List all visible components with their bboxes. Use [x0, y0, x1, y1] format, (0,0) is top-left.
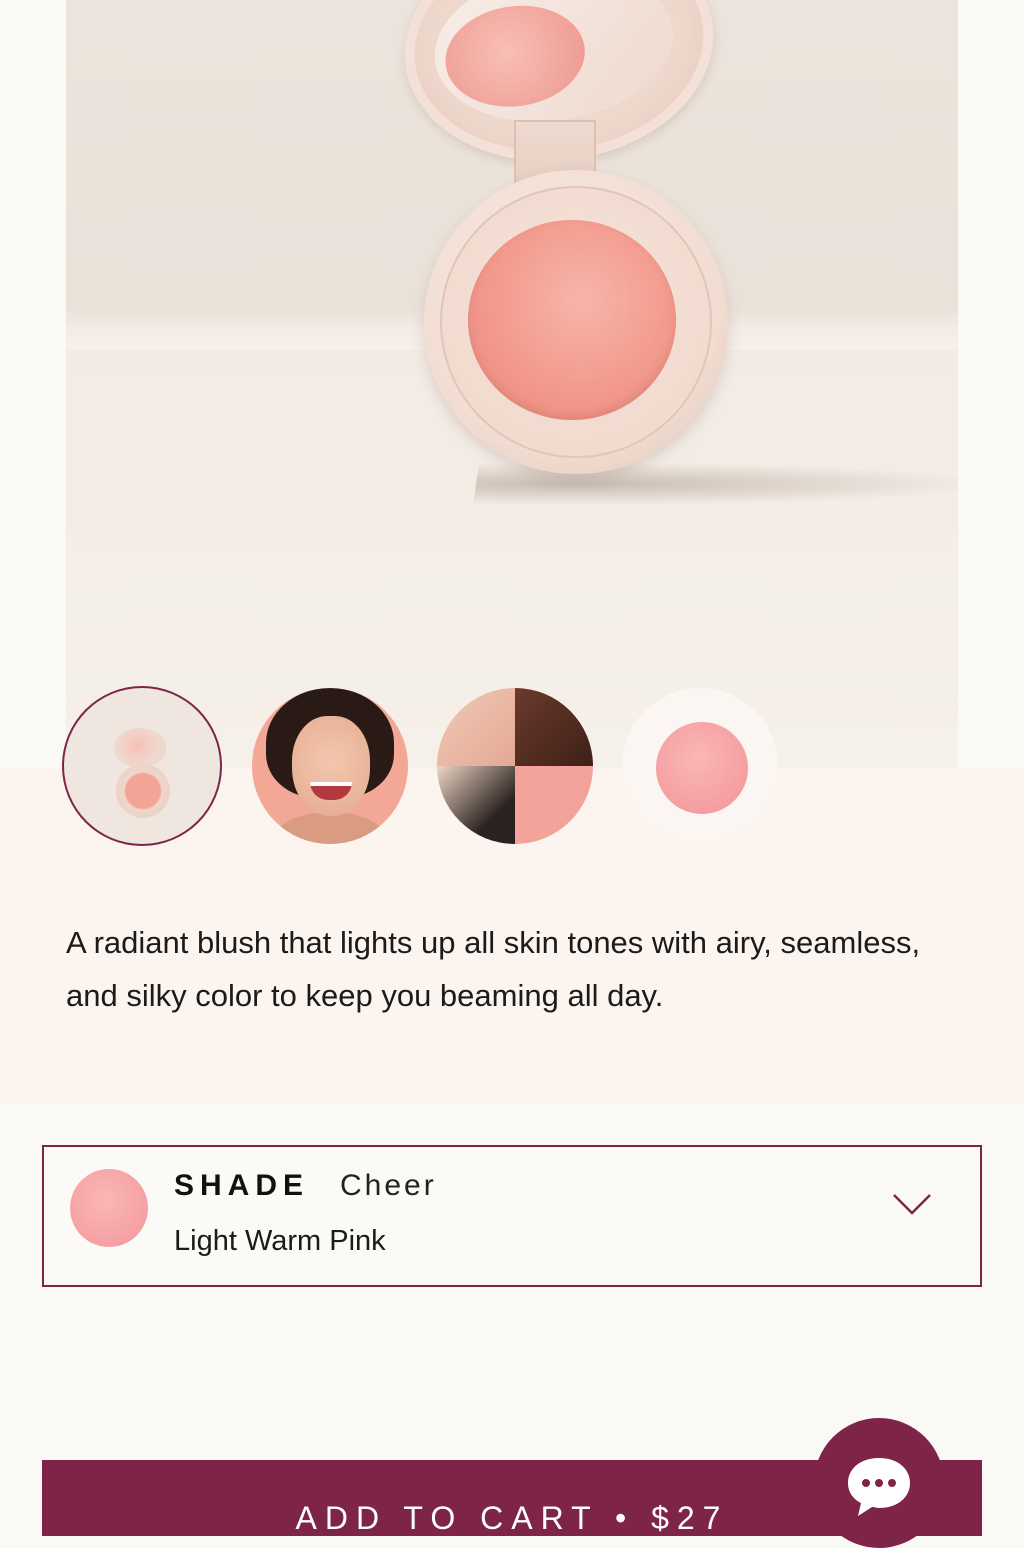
- chevron-down-icon: [893, 1194, 931, 1215]
- shade-selector-dropdown[interactable]: SHADE Cheer Light Warm Pink: [42, 1145, 982, 1287]
- shade-label: SHADE: [174, 1169, 310, 1202]
- collage-tile: [437, 766, 515, 844]
- portrait-body: [272, 812, 388, 844]
- hero-product-image: [66, 0, 958, 768]
- thumbnail-compact-lid: [114, 728, 166, 768]
- collage-tile: [437, 688, 515, 766]
- chat-bubble-icon: [848, 1458, 910, 1516]
- blush-pan: [468, 220, 676, 420]
- shade-swatch: [70, 1169, 148, 1247]
- thumbnail-compact-base: [116, 764, 170, 818]
- thumbnail-product-shot[interactable]: [64, 688, 220, 844]
- compact-base: [424, 170, 728, 474]
- thumbnail-swatch-closeup[interactable]: [622, 688, 778, 844]
- portrait-face: [292, 716, 370, 816]
- product-description: A radiant blush that lights up all skin …: [66, 925, 921, 1013]
- shade-name: Cheer: [340, 1169, 437, 1202]
- collage-tile: [515, 766, 593, 844]
- thumbnail-model-portrait[interactable]: [252, 688, 408, 844]
- swatch-dot: [656, 722, 748, 814]
- collage-tile: [515, 688, 593, 766]
- chat-launcher-button[interactable]: [814, 1418, 944, 1548]
- shade-description: Light Warm Pink: [174, 1225, 386, 1257]
- thumbnail-model-collage[interactable]: [437, 688, 593, 844]
